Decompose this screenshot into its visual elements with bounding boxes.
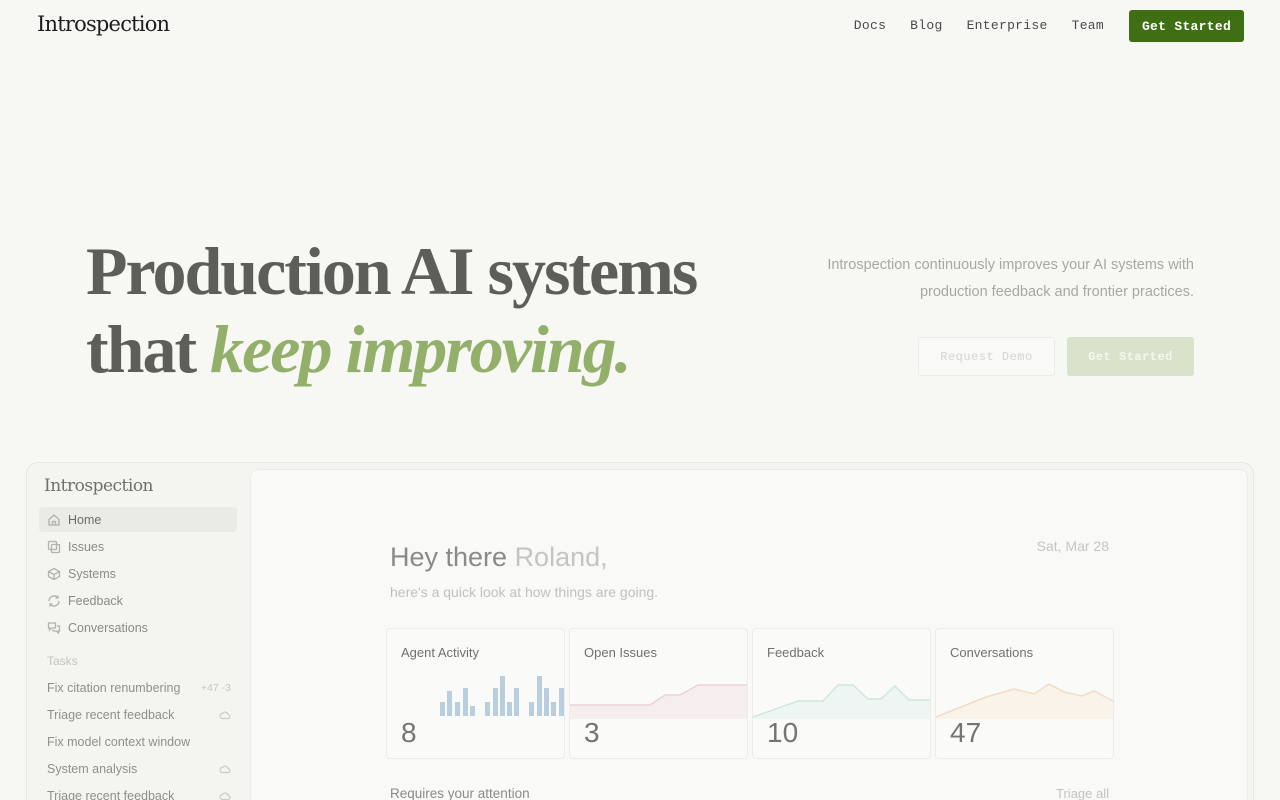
sidebar-item-label: Home xyxy=(68,512,102,527)
site-logo[interactable]: Introspection xyxy=(37,12,170,36)
task-list: Fix citation renumbering +47 -3 Triage r… xyxy=(39,674,237,800)
nav-get-started-button[interactable]: Get Started xyxy=(1129,10,1244,42)
sidebar-item-systems[interactable]: Systems xyxy=(39,561,237,586)
stat-cards: Agent Activity 8 Open Issues 3 Feedback … xyxy=(386,628,1114,759)
activity-bar-sparkline xyxy=(440,676,564,716)
issues-icon xyxy=(47,540,61,553)
task-diff-stat: +47 -3 xyxy=(200,681,231,694)
request-demo-button[interactable]: Request Demo xyxy=(918,337,1055,376)
sidebar-item-label: Systems xyxy=(68,566,116,581)
chat-icon xyxy=(47,621,61,635)
nav-links: Docs Blog Enterprise Team xyxy=(854,18,1104,33)
task-label: Fix citation renumbering xyxy=(47,680,181,695)
hero-get-started-button[interactable]: Get Started xyxy=(1067,337,1194,376)
card-value: 8 xyxy=(401,717,417,748)
cloud-icon xyxy=(219,710,231,719)
user-name: Roland, xyxy=(514,542,608,572)
greeting-subtitle: here's a quick look at how things are go… xyxy=(390,584,659,600)
tasks-heading: Tasks xyxy=(47,654,78,668)
feedback-line-sparkline xyxy=(753,684,930,719)
feedback-card[interactable]: Feedback 10 xyxy=(752,628,931,759)
card-title: Open Issues xyxy=(584,645,657,660)
app-sidebar: Introspection Home Issues Systems Feedba… xyxy=(27,463,249,800)
app-logo: Introspection xyxy=(44,476,154,496)
nav-link-enterprise[interactable]: Enterprise xyxy=(967,18,1048,33)
nav-link-blog[interactable]: Blog xyxy=(910,18,942,33)
refresh-icon xyxy=(48,594,60,607)
hero-title: Production AI systems that keep improvin… xyxy=(86,232,698,388)
current-date: Sat, Mar 28 xyxy=(1036,538,1109,554)
task-item[interactable]: Fix model context window xyxy=(39,728,237,755)
task-label: Triage recent feedback xyxy=(47,788,175,800)
card-value: 47 xyxy=(950,717,982,748)
cube-icon xyxy=(47,567,61,580)
task-item[interactable]: Triage recent feedback xyxy=(39,701,237,728)
agent-activity-card[interactable]: Agent Activity 8 xyxy=(386,628,565,759)
task-item[interactable]: System analysis xyxy=(39,755,237,782)
top-nav: Introspection Docs Blog Enterprise Team … xyxy=(0,0,1280,52)
hero-title-line2: that keep improving. xyxy=(86,310,696,388)
task-label: Fix model context window xyxy=(47,734,191,749)
sidebar-item-feedback[interactable]: Feedback xyxy=(39,588,237,613)
dashboard-main: Hey there Roland, here's a quick look at… xyxy=(250,469,1248,800)
hero-title-plain: that xyxy=(86,311,211,387)
hero-title-line1: Production AI systems xyxy=(86,233,698,309)
nav-link-team[interactable]: Team xyxy=(1072,18,1104,33)
card-title: Conversations xyxy=(950,645,1034,660)
triage-all-link[interactable]: Triage all xyxy=(1056,786,1109,800)
sidebar-nav: Home Issues Systems Feedback Conversatio… xyxy=(39,507,237,642)
hero-title-accent: keep improving. xyxy=(210,311,632,387)
open-issues-card[interactable]: Open Issues 3 xyxy=(569,628,748,759)
task-label: System analysis xyxy=(47,761,138,776)
task-item[interactable]: Triage recent feedback xyxy=(39,782,237,800)
hero-subtitle: Introspection continuously improves your… xyxy=(827,257,1194,300)
conversations-card[interactable]: Conversations 47 xyxy=(935,628,1114,759)
cloud-icon xyxy=(219,791,231,800)
card-title: Agent Activity xyxy=(401,645,480,660)
nav-link-docs[interactable]: Docs xyxy=(854,18,886,33)
app-preview: Introspection Home Issues Systems Feedba… xyxy=(26,462,1254,800)
task-label: Triage recent feedback xyxy=(47,707,175,722)
sidebar-item-label: Conversations xyxy=(68,620,148,635)
card-value: 10 xyxy=(767,717,799,748)
sidebar-item-home[interactable]: Home xyxy=(39,507,237,532)
conversations-line-sparkline xyxy=(936,683,1113,719)
issues-line-sparkline xyxy=(570,684,747,719)
card-value: 3 xyxy=(584,717,600,748)
sidebar-item-issues[interactable]: Issues xyxy=(39,534,237,559)
cloud-icon xyxy=(219,764,231,773)
sidebar-item-conversations[interactable]: Conversations xyxy=(39,615,237,640)
sidebar-item-label: Issues xyxy=(68,539,105,554)
card-title: Feedback xyxy=(767,645,825,660)
home-icon xyxy=(48,513,60,526)
greeting-text: Hey there xyxy=(390,542,515,572)
task-item[interactable]: Fix citation renumbering +47 -3 xyxy=(39,674,237,701)
attention-heading: Requires your attention xyxy=(390,786,530,800)
sidebar-item-label: Feedback xyxy=(68,593,123,608)
greeting: Hey there Roland, xyxy=(390,542,608,573)
